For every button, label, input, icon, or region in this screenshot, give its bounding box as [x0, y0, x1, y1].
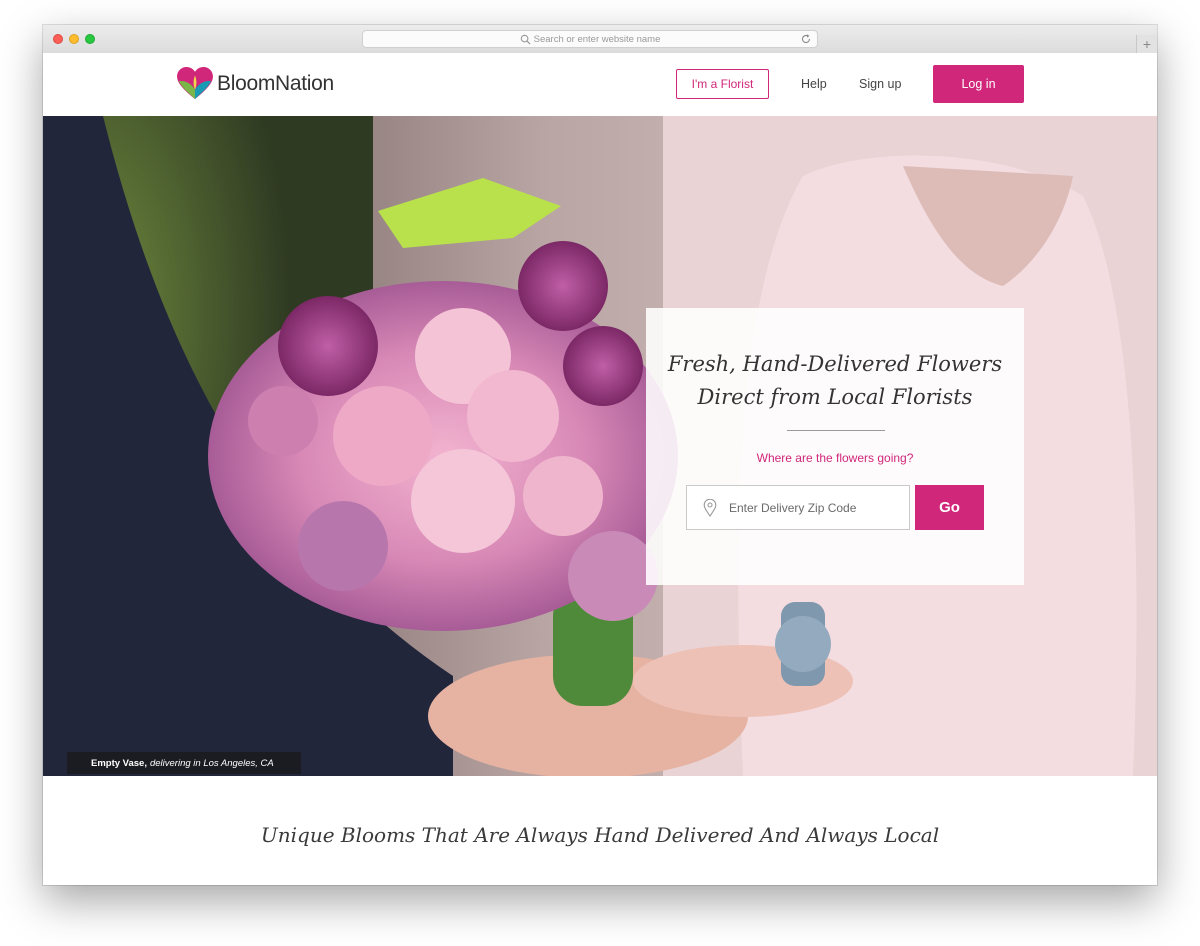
delivery-search-card: Fresh, Hand-Delivered Flowers Direct fro… [646, 308, 1024, 585]
minimize-window-button[interactable] [69, 34, 79, 44]
logo-wordmark: BloomNation [217, 72, 334, 95]
headline-divider [787, 430, 885, 431]
heart-logo-icon [177, 67, 213, 100]
tagline-heading: Unique Blooms That Are Always Hand Deliv… [260, 823, 940, 847]
photo-caption: Empty Vase, delivering in Los Angeles, CA [67, 752, 301, 774]
sign-up-link[interactable]: Sign up [859, 77, 901, 91]
caption-location: delivering in Los Angeles, CA [149, 757, 274, 769]
zip-code-input[interactable] [727, 499, 901, 516]
caption-florist-name: Empty Vase, [91, 757, 147, 769]
address-bar[interactable]: Search or enter website name [362, 30, 818, 48]
brand-logo[interactable]: BloomNation [176, 67, 334, 101]
help-link[interactable]: Help [801, 77, 827, 91]
reload-icon[interactable] [800, 33, 812, 45]
log-in-button[interactable]: Log in [933, 65, 1024, 103]
browser-titlebar: Search or enter website name + [43, 25, 1157, 54]
hero-section: Empty Vase, delivering in Los Angeles, CA… [43, 116, 1157, 776]
hero-headline-line1: Fresh, Hand-Delivered Flowers [667, 352, 1003, 376]
close-window-button[interactable] [53, 34, 63, 44]
im-a-florist-button[interactable]: I'm a Florist [676, 69, 769, 99]
hero-headline: Fresh, Hand-Delivered Flowers Direct fro… [646, 348, 1024, 414]
map-pin-icon [703, 498, 717, 517]
new-tab-button[interactable]: + [1136, 35, 1157, 53]
search-icon [520, 34, 531, 45]
delivery-question: Where are the flowers going? [756, 451, 914, 465]
site-header: BloomNation I'm a Florist Help Sign up L… [43, 53, 1157, 116]
hero-headline-line2: Direct from Local Florists [697, 385, 973, 409]
address-bar-placeholder: Search or enter website name [533, 33, 661, 45]
go-button[interactable]: Go [915, 485, 984, 530]
browser-window: Search or enter website name + BloomNati… [43, 25, 1157, 885]
zoom-window-button[interactable] [85, 34, 95, 44]
zip-code-field[interactable] [686, 485, 910, 530]
